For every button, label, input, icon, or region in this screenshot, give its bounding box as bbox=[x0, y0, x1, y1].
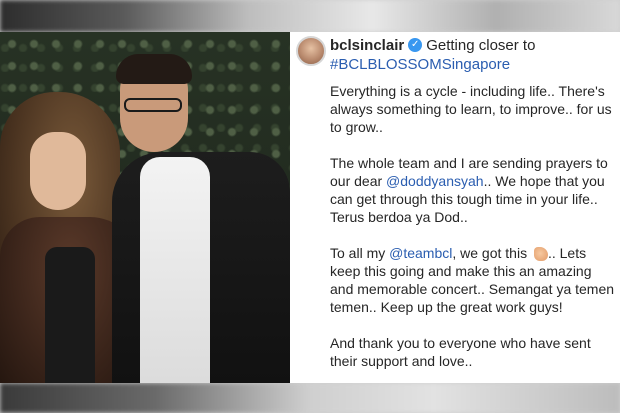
man-hair bbox=[116, 54, 192, 84]
hashtag-link[interactable]: #BCLBLOSSOMSingapore bbox=[330, 56, 510, 73]
caption-text-span: To all my bbox=[330, 245, 390, 261]
bottom-blur-band bbox=[0, 383, 620, 413]
avatar[interactable] bbox=[296, 36, 326, 66]
woman-top bbox=[45, 247, 95, 383]
mention-teambcl[interactable]: @teambcl bbox=[389, 245, 452, 261]
username-link[interactable]: bclsinclair bbox=[330, 37, 404, 54]
caption-paragraph-3: To all my @teambcl, we got this .. Lets … bbox=[330, 244, 615, 316]
header-text: Getting closer to bbox=[426, 37, 536, 54]
mention-doddyansyah[interactable]: @doddyansyah bbox=[386, 173, 484, 189]
caption-paragraph-1: Everything is a cycle - including life..… bbox=[330, 83, 612, 135]
post-header: bclsinclair ✓ Getting closer to #BCLBLOSSO… bbox=[330, 36, 615, 74]
verified-badge-icon: ✓ bbox=[408, 38, 423, 53]
flexed-biceps-emoji-icon bbox=[533, 247, 548, 262]
caption-panel: bclsinclair ✓ Getting closer to #BCLBLOSSO… bbox=[290, 32, 620, 383]
caption-paragraph-2: The whole team and I are sending prayers… bbox=[330, 154, 615, 226]
caption-text-span: , we got this bbox=[452, 245, 531, 261]
woman-face bbox=[30, 132, 86, 210]
caption-text: Everything is a cycle - including life..… bbox=[330, 82, 615, 383]
man-shirt bbox=[140, 157, 210, 383]
top-blur-band bbox=[0, 0, 620, 32]
post-photo bbox=[0, 32, 290, 383]
man-glasses bbox=[124, 98, 182, 112]
caption-paragraph-4: And thank you to everyone who have sent … bbox=[330, 335, 591, 369]
